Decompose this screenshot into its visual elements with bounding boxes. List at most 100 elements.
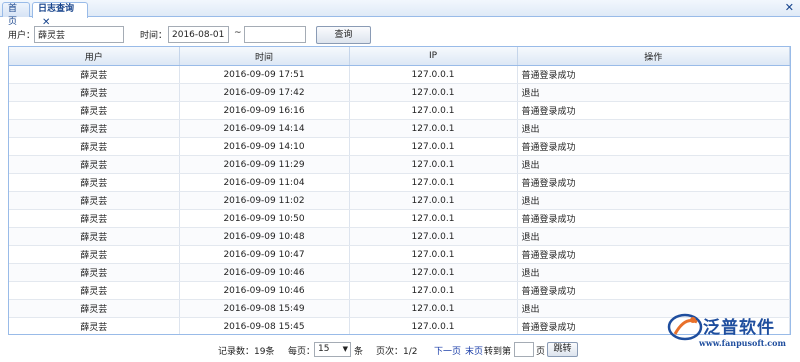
cell-ip: 127.0.0.1	[349, 65, 518, 84]
cell-time: 2016-09-09 11:02	[179, 191, 350, 210]
tab-home[interactable]: 首页	[2, 2, 30, 27]
per-page-select[interactable]: 15 ▼	[314, 342, 351, 357]
cell-user: 薛灵芸	[9, 101, 180, 120]
table-row[interactable]: 薛灵芸 2016-09-09 10:47 127.0.0.1 普通登录成功	[9, 245, 790, 264]
cell-ip: 127.0.0.1	[349, 263, 518, 282]
range-separator: ~	[234, 28, 242, 38]
column-header-ip[interactable]: IP	[349, 47, 518, 66]
cell-user: 薛灵芸	[9, 119, 180, 138]
cell-time: 2016-09-09 10:46	[179, 281, 350, 300]
column-header-user[interactable]: 用户	[9, 47, 180, 66]
cell-action: 退出	[517, 227, 790, 246]
cell-action: 普通登录成功	[517, 137, 790, 156]
user-input[interactable]	[34, 26, 124, 43]
cell-time: 2016-09-09 10:46	[179, 263, 350, 282]
cell-time: 2016-09-09 11:29	[179, 155, 350, 174]
cell-time: 2016-09-08 15:49	[179, 299, 350, 318]
cell-time: 2016-09-09 14:10	[179, 137, 350, 156]
logo-url: www.fanpusoft.com	[699, 338, 786, 348]
cell-user: 薛灵芸	[9, 281, 180, 300]
query-button[interactable]: 查询	[316, 26, 371, 44]
cell-ip: 127.0.0.1	[349, 83, 518, 102]
user-label: 用户：	[8, 31, 36, 41]
cell-ip: 127.0.0.1	[349, 101, 518, 120]
table-row[interactable]: 薛灵芸 2016-09-09 11:02 127.0.0.1 退出	[9, 191, 790, 210]
cell-action: 普通登录成功	[517, 101, 790, 120]
cell-ip: 127.0.0.1	[349, 119, 518, 138]
table-row[interactable]: 薛灵芸 2016-09-09 14:14 127.0.0.1 退出	[9, 119, 790, 138]
cell-user: 薛灵芸	[9, 173, 180, 192]
tab-bar: 首页 日志查询✕ ✕	[0, 0, 800, 28]
cell-action: 普通登录成功	[517, 245, 790, 264]
cell-ip: 127.0.0.1	[349, 191, 518, 210]
cell-ip: 127.0.0.1	[349, 155, 518, 174]
cell-ip: 127.0.0.1	[349, 245, 518, 264]
cell-user: 薛灵芸	[9, 299, 180, 318]
date-from-input[interactable]	[168, 26, 229, 43]
cell-user: 薛灵芸	[9, 263, 180, 282]
table-row[interactable]: 薛灵芸 2016-09-09 17:51 127.0.0.1 普通登录成功	[9, 65, 790, 84]
cell-ip: 127.0.0.1	[349, 299, 518, 318]
table-row[interactable]: 薛灵芸 2016-09-09 10:48 127.0.0.1 退出	[9, 227, 790, 246]
table-header: 用户 时间 IP 操作	[9, 47, 790, 66]
cell-action: 退出	[517, 263, 790, 282]
table-row[interactable]: 薛灵芸 2016-09-09 16:16 127.0.0.1 普通登录成功	[9, 101, 790, 120]
table-row[interactable]: 薛灵芸 2016-09-09 14:10 127.0.0.1 普通登录成功	[9, 137, 790, 156]
column-header-time[interactable]: 时间	[179, 47, 350, 66]
cell-user: 薛灵芸	[9, 245, 180, 264]
next-page-link[interactable]: 下一页	[434, 344, 461, 357]
date-to-input[interactable]	[244, 26, 306, 43]
page-indicator: 页次：1/2	[376, 347, 418, 357]
cell-ip: 127.0.0.1	[349, 281, 518, 300]
cell-ip: 127.0.0.1	[349, 317, 518, 334]
cell-user: 薛灵芸	[9, 137, 180, 156]
table-row[interactable]: 薛灵芸 2016-09-09 10:46 127.0.0.1 退出	[9, 263, 790, 282]
cell-action: 普通登录成功	[517, 173, 790, 192]
cell-time: 2016-09-09 11:04	[179, 173, 350, 192]
table-row[interactable]: 薛灵芸 2016-09-09 10:50 127.0.0.1 普通登录成功	[9, 209, 790, 228]
cell-time: 2016-09-09 10:47	[179, 245, 350, 264]
cell-action: 退出	[517, 119, 790, 138]
cell-user: 薛灵芸	[9, 65, 180, 84]
cell-action: 普通登录成功	[517, 281, 790, 300]
per-page-value: 15	[318, 344, 330, 354]
tab-log-query[interactable]: 日志查询✕	[32, 2, 88, 28]
goto-unit: 页	[536, 347, 546, 357]
log-table: 用户 时间 IP 操作 薛灵芸 2016-09-09 17:51 127.0.0.1…	[8, 46, 791, 335]
fanpu-logo: 泛普软件 www.fanpusoft.com	[667, 310, 792, 356]
cell-ip: 127.0.0.1	[349, 137, 518, 156]
cell-user: 薛灵芸	[9, 227, 180, 246]
goto-label: 转到第	[484, 347, 512, 357]
table-row[interactable]: 薛灵芸 2016-09-09 11:29 127.0.0.1 退出	[9, 155, 790, 174]
cell-action: 退出	[517, 191, 790, 210]
per-page-unit: 条	[354, 347, 364, 357]
table-row[interactable]: 薛灵芸 2016-09-09 11:04 127.0.0.1 普通登录成功	[9, 173, 790, 192]
table-row[interactable]: 薛灵芸 2016-09-09 10:46 127.0.0.1 普通登录成功	[9, 281, 790, 300]
cell-time: 2016-09-08 15:45	[179, 317, 350, 334]
cell-user: 薛灵芸	[9, 317, 180, 334]
table-row[interactable]: 薛灵芸 2016-09-09 17:42 127.0.0.1 退出	[9, 83, 790, 102]
cell-time: 2016-09-09 16:16	[179, 101, 350, 120]
column-header-action[interactable]: 操作	[517, 47, 790, 66]
cell-action: 普通登录成功	[517, 209, 790, 228]
goto-page-input[interactable]	[514, 342, 534, 357]
cell-time: 2016-09-09 10:50	[179, 209, 350, 228]
chevron-down-icon: ▼	[342, 345, 348, 353]
time-label: 时间：	[140, 31, 168, 41]
cell-ip: 127.0.0.1	[349, 173, 518, 192]
tab-log-query-label: 日志查询	[38, 4, 75, 14]
cell-action: 退出	[517, 155, 790, 174]
close-icon[interactable]: ✕	[785, 1, 794, 14]
cell-user: 薛灵芸	[9, 191, 180, 210]
cell-time: 2016-09-09 14:14	[179, 119, 350, 138]
jump-button[interactable]: 跳转	[547, 342, 578, 357]
cell-time: 2016-09-09 17:42	[179, 83, 350, 102]
cell-user: 薛灵芸	[9, 83, 180, 102]
cell-time: 2016-09-09 17:51	[179, 65, 350, 84]
cell-user: 薛灵芸	[9, 155, 180, 174]
last-page-link[interactable]: 末页	[465, 344, 483, 357]
logo-brand: 泛普软件	[703, 318, 775, 338]
cell-time: 2016-09-09 10:48	[179, 227, 350, 246]
record-count: 记录数：19条	[218, 347, 275, 357]
cell-action: 普通登录成功	[517, 65, 790, 84]
